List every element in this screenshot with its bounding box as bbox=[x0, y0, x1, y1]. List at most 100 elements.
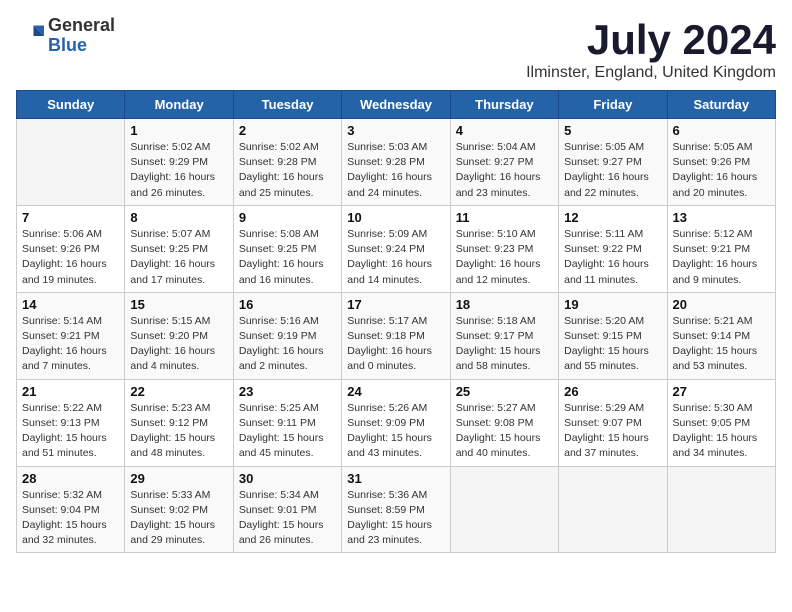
day-number: 6 bbox=[673, 123, 770, 138]
day-info: Sunrise: 5:22 AM Sunset: 9:13 PM Dayligh… bbox=[22, 401, 119, 462]
day-info: Sunrise: 5:30 AM Sunset: 9:05 PM Dayligh… bbox=[673, 401, 770, 462]
day-info: Sunrise: 5:21 AM Sunset: 9:14 PM Dayligh… bbox=[673, 314, 770, 375]
day-cell bbox=[667, 466, 775, 553]
main-title: July 2024 bbox=[526, 16, 776, 64]
day-info: Sunrise: 5:29 AM Sunset: 9:07 PM Dayligh… bbox=[564, 401, 661, 462]
day-info: Sunrise: 5:36 AM Sunset: 8:59 PM Dayligh… bbox=[347, 488, 444, 549]
day-number: 7 bbox=[22, 210, 119, 225]
day-cell: 31Sunrise: 5:36 AM Sunset: 8:59 PM Dayli… bbox=[342, 466, 450, 553]
day-cell: 25Sunrise: 5:27 AM Sunset: 9:08 PM Dayli… bbox=[450, 379, 558, 466]
day-info: Sunrise: 5:03 AM Sunset: 9:28 PM Dayligh… bbox=[347, 140, 444, 201]
day-info: Sunrise: 5:32 AM Sunset: 9:04 PM Dayligh… bbox=[22, 488, 119, 549]
day-cell: 20 Sunrise: 5:21 AM Sunset: 9:14 PM Dayli… bbox=[667, 292, 775, 379]
day-info: Sunrise: 5:02 AM Sunset: 9:29 PM Dayligh… bbox=[130, 140, 227, 201]
day-number: 22 bbox=[130, 384, 227, 399]
day-number: 2 bbox=[239, 123, 336, 138]
week-row-5: 28 Sunrise: 5:32 AM Sunset: 9:04 PM Dayli… bbox=[17, 466, 776, 553]
day-cell bbox=[17, 119, 125, 206]
day-info: Sunrise: 5:06 AM Sunset: 9:26 PM Dayligh… bbox=[22, 227, 119, 288]
logo-text: General Blue bbox=[48, 16, 115, 56]
day-number: 20 bbox=[673, 297, 770, 312]
day-number: 28 bbox=[22, 471, 119, 486]
day-info: Sunrise: 5:26 AM Sunset: 9:09 PM Dayligh… bbox=[347, 401, 444, 462]
day-number: 24 bbox=[347, 384, 444, 399]
day-number: 14 bbox=[22, 297, 119, 312]
header-monday: Monday bbox=[125, 91, 233, 119]
week-row-4: 21 Sunrise: 5:22 AM Sunset: 9:13 PM Dayli… bbox=[17, 379, 776, 466]
day-cell: 15Sunrise: 5:15 AM Sunset: 9:20 PM Dayli… bbox=[125, 292, 233, 379]
logo-blue-text: Blue bbox=[48, 36, 115, 56]
day-info: Sunrise: 5:16 AM Sunset: 9:19 PM Dayligh… bbox=[239, 314, 336, 375]
day-info: Sunrise: 5:25 AM Sunset: 9:11 PM Dayligh… bbox=[239, 401, 336, 462]
day-number: 30 bbox=[239, 471, 336, 486]
day-cell: 7 Sunrise: 5:06 AM Sunset: 9:26 PM Daylig… bbox=[17, 205, 125, 292]
day-info: Sunrise: 5:34 AM Sunset: 9:01 PM Dayligh… bbox=[239, 488, 336, 549]
day-cell: 27 Sunrise: 5:30 AM Sunset: 9:05 PM Dayli… bbox=[667, 379, 775, 466]
day-info: Sunrise: 5:17 AM Sunset: 9:18 PM Dayligh… bbox=[347, 314, 444, 375]
day-number: 17 bbox=[347, 297, 444, 312]
day-number: 9 bbox=[239, 210, 336, 225]
day-cell: 23Sunrise: 5:25 AM Sunset: 9:11 PM Dayli… bbox=[233, 379, 341, 466]
day-cell: 3 Sunrise: 5:03 AM Sunset: 9:28 PM Daylig… bbox=[342, 119, 450, 206]
day-cell: 12 Sunrise: 5:11 AM Sunset: 9:22 PM Dayli… bbox=[559, 205, 667, 292]
title-area: July 2024 Ilminster, England, United Kin… bbox=[526, 16, 776, 82]
day-cell: 9 Sunrise: 5:08 AM Sunset: 9:25 PM Daylig… bbox=[233, 205, 341, 292]
day-cell: 28 Sunrise: 5:32 AM Sunset: 9:04 PM Dayli… bbox=[17, 466, 125, 553]
day-info: Sunrise: 5:08 AM Sunset: 9:25 PM Dayligh… bbox=[239, 227, 336, 288]
day-cell: 1 Sunrise: 5:02 AM Sunset: 9:29 PM Daylig… bbox=[125, 119, 233, 206]
day-number: 12 bbox=[564, 210, 661, 225]
day-cell: 19Sunrise: 5:20 AM Sunset: 9:15 PM Dayli… bbox=[559, 292, 667, 379]
day-cell: 29Sunrise: 5:33 AM Sunset: 9:02 PM Dayli… bbox=[125, 466, 233, 553]
day-info: Sunrise: 5:11 AM Sunset: 9:22 PM Dayligh… bbox=[564, 227, 661, 288]
day-number: 10 bbox=[347, 210, 444, 225]
day-cell: 6 Sunrise: 5:05 AM Sunset: 9:26 PM Daylig… bbox=[667, 119, 775, 206]
subtitle: Ilminster, England, United Kingdom bbox=[526, 64, 776, 82]
day-number: 19 bbox=[564, 297, 661, 312]
day-info: Sunrise: 5:10 AM Sunset: 9:23 PM Dayligh… bbox=[456, 227, 553, 288]
header-saturday: Saturday bbox=[667, 91, 775, 119]
day-number: 21 bbox=[22, 384, 119, 399]
day-cell: 16 Sunrise: 5:16 AM Sunset: 9:19 PM Dayli… bbox=[233, 292, 341, 379]
day-cell bbox=[559, 466, 667, 553]
day-number: 8 bbox=[130, 210, 227, 225]
day-info: Sunrise: 5:23 AM Sunset: 9:12 PM Dayligh… bbox=[130, 401, 227, 462]
day-number: 27 bbox=[673, 384, 770, 399]
day-info: Sunrise: 5:05 AM Sunset: 9:27 PM Dayligh… bbox=[564, 140, 661, 201]
day-cell bbox=[450, 466, 558, 553]
day-cell: 18Sunrise: 5:18 AM Sunset: 9:17 PM Dayli… bbox=[450, 292, 558, 379]
day-cell: 4Sunrise: 5:04 AM Sunset: 9:27 PM Daylig… bbox=[450, 119, 558, 206]
day-cell: 8 Sunrise: 5:07 AM Sunset: 9:25 PM Daylig… bbox=[125, 205, 233, 292]
header-wednesday: Wednesday bbox=[342, 91, 450, 119]
week-row-3: 14 Sunrise: 5:14 AM Sunset: 9:21 PM Dayli… bbox=[17, 292, 776, 379]
day-number: 11 bbox=[456, 210, 553, 225]
day-number: 18 bbox=[456, 297, 553, 312]
week-row-1: 1 Sunrise: 5:02 AM Sunset: 9:29 PM Daylig… bbox=[17, 119, 776, 206]
header-thursday: Thursday bbox=[450, 91, 558, 119]
header-sunday: Sunday bbox=[17, 91, 125, 119]
day-cell: 22 Sunrise: 5:23 AM Sunset: 9:12 PM Dayli… bbox=[125, 379, 233, 466]
day-cell: 14 Sunrise: 5:14 AM Sunset: 9:21 PM Dayli… bbox=[17, 292, 125, 379]
day-cell: 24 Sunrise: 5:26 AM Sunset: 9:09 PM Dayli… bbox=[342, 379, 450, 466]
day-cell: 17 Sunrise: 5:17 AM Sunset: 9:18 PM Dayli… bbox=[342, 292, 450, 379]
header-tuesday: Tuesday bbox=[233, 91, 341, 119]
day-cell: 2Sunrise: 5:02 AM Sunset: 9:28 PM Daylig… bbox=[233, 119, 341, 206]
day-cell: 26Sunrise: 5:29 AM Sunset: 9:07 PM Dayli… bbox=[559, 379, 667, 466]
day-info: Sunrise: 5:04 AM Sunset: 9:27 PM Dayligh… bbox=[456, 140, 553, 201]
day-number: 25 bbox=[456, 384, 553, 399]
day-info: Sunrise: 5:05 AM Sunset: 9:26 PM Dayligh… bbox=[673, 140, 770, 201]
day-number: 16 bbox=[239, 297, 336, 312]
day-info: Sunrise: 5:07 AM Sunset: 9:25 PM Dayligh… bbox=[130, 227, 227, 288]
day-number: 3 bbox=[347, 123, 444, 138]
day-info: Sunrise: 5:33 AM Sunset: 9:02 PM Dayligh… bbox=[130, 488, 227, 549]
calendar-header: SundayMondayTuesdayWednesdayThursdayFrid… bbox=[17, 91, 776, 119]
day-info: Sunrise: 5:12 AM Sunset: 9:21 PM Dayligh… bbox=[673, 227, 770, 288]
logo-general-text: General bbox=[48, 16, 115, 36]
day-info: Sunrise: 5:14 AM Sunset: 9:21 PM Dayligh… bbox=[22, 314, 119, 375]
calendar-table: SundayMondayTuesdayWednesdayThursdayFrid… bbox=[16, 90, 776, 553]
day-info: Sunrise: 5:09 AM Sunset: 9:24 PM Dayligh… bbox=[347, 227, 444, 288]
day-cell: 21 Sunrise: 5:22 AM Sunset: 9:13 PM Dayli… bbox=[17, 379, 125, 466]
day-cell: 30 Sunrise: 5:34 AM Sunset: 9:01 PM Dayli… bbox=[233, 466, 341, 553]
day-number: 1 bbox=[130, 123, 227, 138]
week-row-2: 7 Sunrise: 5:06 AM Sunset: 9:26 PM Daylig… bbox=[17, 205, 776, 292]
day-cell: 11 Sunrise: 5:10 AM Sunset: 9:23 PM Dayli… bbox=[450, 205, 558, 292]
